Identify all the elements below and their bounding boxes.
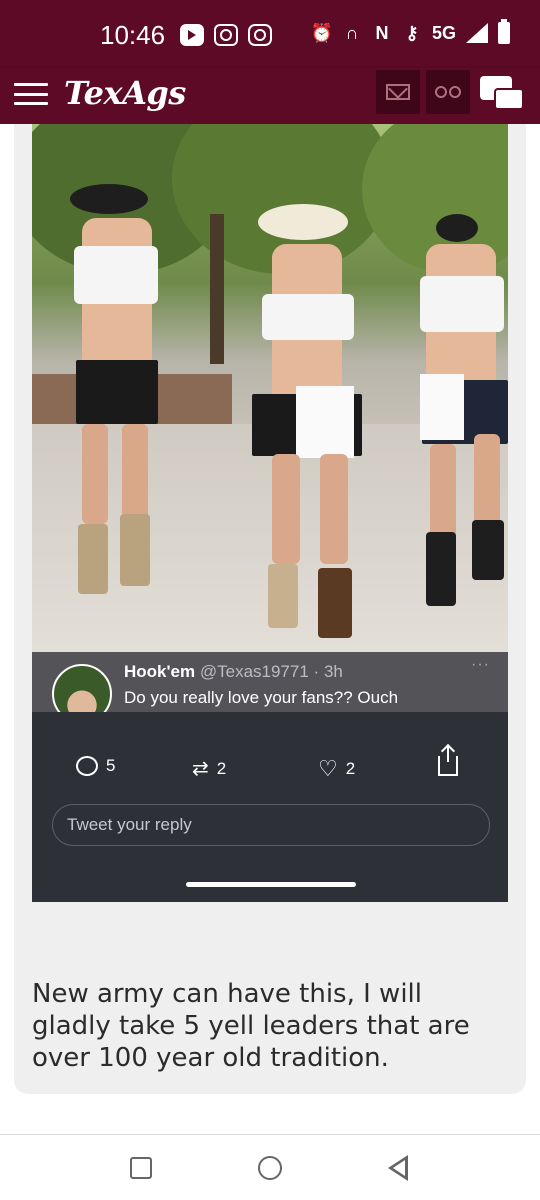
instagram-icon [248, 24, 272, 46]
tweet-actions: 5 ⇄ 2 ♡ 2 [32, 746, 508, 786]
home-indicator [186, 882, 356, 887]
reply-button[interactable]: 5 [76, 756, 115, 776]
system-nav-bar [0, 1135, 540, 1200]
reply-count: 5 [106, 756, 116, 775]
share-icon [438, 746, 458, 776]
watch-button[interactable] [426, 70, 470, 114]
alarm-icon: ⏰ [310, 22, 334, 43]
like-button[interactable]: ♡ 2 [318, 756, 355, 782]
nfc-icon: N [375, 22, 389, 43]
post-body: New army can have this, I will gladly ta… [32, 979, 470, 1073]
thread-content[interactable]: Hook'em @Texas19771 · 3h Do you really l… [0, 124, 540, 1134]
retweet-button[interactable]: ⇄ 2 [192, 756, 226, 781]
headphones-icon: ∩ [345, 22, 359, 43]
author-handle: @Texas19771 · 3h [199, 662, 343, 681]
back-button[interactable] [388, 1155, 408, 1181]
signal-icon [466, 23, 488, 43]
tweet-author[interactable]: Hook'em @Texas19771 · 3h [124, 662, 343, 682]
notification-icons [180, 24, 272, 46]
menu-icon[interactable] [14, 80, 48, 108]
mail-icon [386, 84, 410, 100]
like-count: 2 [345, 759, 356, 778]
glasses-icon [435, 86, 461, 98]
tweet-text: Do you really love your fans?? Ouch [124, 688, 399, 707]
tweet-photo[interactable] [32, 124, 508, 652]
recent-apps-button[interactable] [130, 1157, 152, 1179]
retweet-icon: ⇄ [192, 758, 209, 780]
more-icon[interactable]: ··· [471, 656, 490, 674]
app-logo[interactable]: TexAgs [64, 74, 186, 112]
battery-icon [498, 19, 510, 44]
tweet-actions-panel: 5 ⇄ 2 ♡ 2 Tweet your reply [32, 712, 508, 902]
heart-icon: ♡ [318, 756, 338, 781]
post-card: Hook'em @Texas19771 · 3h Do you really l… [14, 124, 526, 1094]
key-icon: ⚷ [405, 22, 419, 43]
tweet-reply-input[interactable]: Tweet your reply [52, 804, 490, 846]
system-icons: ⏰ ∩ N ⚷ 5G [310, 19, 510, 44]
camera-icon [214, 24, 238, 46]
tweet-header: Hook'em @Texas19771 · 3h Do you really l… [32, 652, 508, 724]
reply-icon [76, 756, 98, 776]
status-time: 10:46 [100, 20, 166, 50]
network-label: 5G [431, 22, 456, 43]
author-name: Hook'em [124, 662, 196, 681]
share-button[interactable] [438, 746, 458, 776]
mail-button[interactable] [376, 70, 420, 114]
youtube-icon [180, 24, 204, 46]
retweet-count: 2 [216, 758, 227, 778]
home-button[interactable] [258, 1156, 282, 1180]
status-bar: 10:46 ⏰ ∩ N ⚷ 5G [0, 0, 540, 68]
chat-icon[interactable] [478, 74, 526, 114]
app-bar: TexAgs [0, 68, 540, 124]
